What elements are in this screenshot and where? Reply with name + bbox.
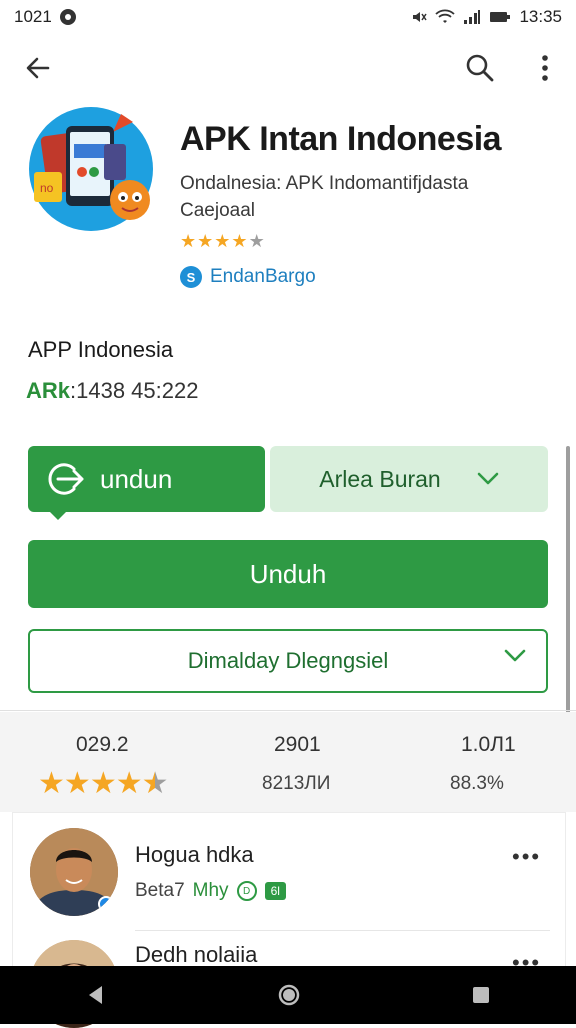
ring-icon: D bbox=[236, 881, 257, 901]
app-bar bbox=[0, 40, 576, 96]
star-icon: ★ bbox=[180, 231, 198, 251]
area-dropdown-button[interactable]: Arlea Buran bbox=[270, 446, 548, 512]
star-icon: ★ bbox=[231, 231, 249, 251]
status-text: 1021 bbox=[14, 7, 52, 26]
stat-version-value: 1.0Л1 bbox=[461, 733, 516, 756]
nav-home-icon[interactable] bbox=[277, 983, 301, 1007]
app-subtitle: Ondalnesia: APK Indomantifjdasta Caejoaa… bbox=[180, 170, 540, 224]
app-title: APK Intan Indonesia bbox=[180, 120, 502, 158]
outline-label: Dimalday Dlegngsiel bbox=[187, 648, 389, 673]
star-icon: ★ bbox=[214, 231, 232, 251]
overall-rating-stars: ★★★★★ bbox=[38, 766, 169, 801]
reviewer-name: Hogua hdka bbox=[135, 842, 254, 867]
signal-icon bbox=[464, 10, 481, 24]
system-nav-bar bbox=[0, 966, 576, 1024]
unduh-label: Unduh bbox=[249, 558, 327, 589]
app-logo-icon: no bbox=[29, 107, 153, 231]
app-subtitle-line2: Caejoaal bbox=[180, 200, 255, 221]
scrollbar[interactable] bbox=[566, 446, 570, 716]
search-icon[interactable] bbox=[462, 50, 498, 86]
nav-recents-icon[interactable] bbox=[471, 985, 491, 1005]
chevron-down-icon bbox=[477, 472, 499, 485]
developer-name: EndanBargo bbox=[210, 266, 316, 287]
status-bar-left: 1021 bbox=[14, 7, 76, 27]
status-bar-right: 13:35 bbox=[411, 7, 562, 27]
status-time: 13:35 bbox=[519, 7, 562, 26]
button-tail bbox=[50, 512, 66, 520]
section-title: APP Indonesia bbox=[28, 337, 174, 362]
star-empty-icon: ★ bbox=[248, 231, 266, 251]
reviewer-name: Dedh nolaiia bbox=[135, 942, 258, 967]
stat-percent-sub: 88.3% bbox=[450, 773, 504, 794]
mute-icon bbox=[413, 12, 428, 22]
outline-dropdown-button[interactable]: Dimalday Dlegngsiel bbox=[28, 629, 548, 693]
stat-count-sub: 8213ЛИ bbox=[262, 773, 331, 794]
developer-icon: S bbox=[180, 266, 202, 288]
undun-label: undun bbox=[100, 463, 173, 494]
back-arrow-icon[interactable] bbox=[20, 50, 56, 86]
section-code: ARk:1438 45:222 bbox=[26, 378, 198, 404]
more-vert-icon[interactable] bbox=[530, 50, 560, 86]
review-badge: 6l bbox=[264, 882, 286, 900]
svg-text:no: no bbox=[40, 181, 54, 195]
star-icon: ★ bbox=[63, 767, 91, 800]
undun-button[interactable]: undun bbox=[28, 446, 265, 520]
chevron-down-icon bbox=[504, 649, 526, 662]
developer-link[interactable]: S EndanBargo bbox=[180, 266, 316, 288]
review-more-icon[interactable]: ••• bbox=[512, 844, 541, 870]
reviewer-avatar bbox=[30, 828, 118, 916]
area-label: Arlea Buran bbox=[319, 465, 441, 492]
notification-icon bbox=[59, 9, 76, 25]
stat-count-value: 2901 bbox=[274, 733, 321, 756]
stat-rating-value: 029.2 bbox=[76, 733, 129, 756]
code-prefix: ARk bbox=[26, 378, 71, 403]
download-arrow-icon bbox=[48, 463, 84, 495]
review-meta: Beta7 Mhy D 6l bbox=[135, 880, 286, 902]
review-divider bbox=[135, 930, 550, 931]
review-meta-green: Mhy bbox=[192, 880, 229, 901]
code-value: :1438 45:222 bbox=[70, 378, 199, 403]
nav-back-icon[interactable] bbox=[85, 984, 107, 1006]
battery-icon bbox=[490, 12, 511, 22]
star-icon: ★ bbox=[38, 767, 65, 800]
wifi-icon bbox=[435, 9, 456, 23]
star-icon: ★ bbox=[115, 767, 143, 800]
review-meta-text: Beta7 bbox=[135, 880, 185, 901]
app-rating-stars: ★★★★★ bbox=[180, 231, 266, 252]
app-subtitle-line1: Ondalnesia: APK Indomantifjdasta bbox=[180, 173, 469, 194]
star-icon: ★ bbox=[197, 231, 215, 251]
star-half-icon: ★ bbox=[141, 767, 169, 800]
status-bar: 1021 13:35 bbox=[0, 0, 576, 34]
divider bbox=[0, 710, 576, 711]
star-icon: ★ bbox=[89, 767, 117, 800]
unduh-button[interactable]: Unduh bbox=[28, 540, 548, 608]
